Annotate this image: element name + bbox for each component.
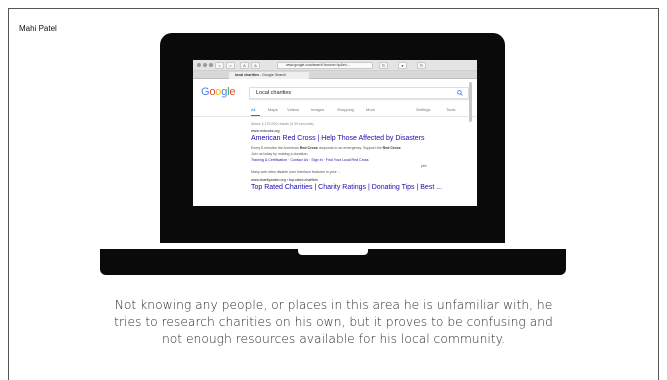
google-search-input: Local charities [249, 87, 469, 99]
result-1-title: American Red Cross | Help Those Affected… [251, 135, 425, 142]
tab-videos: Videos [287, 107, 300, 112]
back-button: < [215, 62, 224, 69]
tab-suffix: - Google Search [259, 73, 287, 77]
minimize-dot-icon [203, 63, 207, 67]
address-bar: www.google.com/search?source=hp&ei=... [277, 62, 373, 69]
browser-tab-row: local charities - Google Search [193, 71, 477, 79]
reload-button: ↻ [379, 62, 388, 69]
browser-screenshot: < > A A www.google.com/search?source=hp&… [193, 60, 477, 206]
tab-settings: Settings [416, 107, 431, 112]
browser-tab: local charities - Google Search [229, 72, 309, 79]
font-smaller-button: A [240, 62, 249, 69]
google-result-tabs: All Maps Videos Images Shopping More Set… [251, 107, 471, 115]
forward-button: > [226, 62, 235, 69]
tab-more: More [366, 107, 376, 112]
zoom-dot-icon [209, 63, 213, 67]
laptop-notch [298, 249, 368, 255]
result-1-note: Many web sites disable user interface fe… [251, 170, 341, 174]
result-1-snippet-line-1: Every 8 minutes the American Red Cross r… [251, 146, 401, 150]
tab-shopping: Shopping [337, 107, 354, 112]
result-1-side-note: yeh [421, 164, 427, 168]
author-name: Mahi Patel [19, 24, 57, 33]
search-query: Local charities [256, 90, 292, 96]
font-larger-button: A [251, 62, 260, 69]
result-2-snippet-cut [251, 196, 252, 200]
scrollbar-thumb [469, 82, 472, 122]
result-stats: About 3,170,000 results (0.39 seconds) [251, 122, 314, 126]
downloads-button: ↻ [417, 62, 426, 69]
share-button: ● [398, 62, 407, 69]
tab-query: local charities [235, 73, 259, 77]
browser-toolbar: < > A A www.google.com/search?source=hp&… [193, 60, 477, 71]
tab-tools: Tools [446, 107, 456, 112]
result-1-snippet-line-2: Join us today by making a donation. [251, 152, 309, 156]
tabs-divider [193, 116, 477, 117]
result-1-sitelinks: Training & Certification · Contact Us · … [251, 158, 369, 162]
tab-maps: Maps [268, 107, 278, 112]
result-1-url: www.redcross.org [251, 129, 280, 133]
caption-line-2: tries to research charities on his own, … [114, 315, 553, 329]
result-2-url: www.charitywatch.org › top-rated-chariti… [251, 178, 318, 182]
magnifier-icon [457, 90, 463, 96]
google-logo: Google [201, 86, 236, 98]
close-dot-icon [197, 63, 201, 67]
caption-line-1: Not knowing any people, or places in thi… [114, 298, 553, 312]
tab-all: All [251, 107, 256, 112]
slide-caption: Not knowing any people, or places in thi… [60, 297, 607, 348]
tab-images: Images [311, 107, 325, 112]
result-2-title: Top Rated Charities | Charity Ratings | … [251, 184, 443, 191]
caption-line-3: not enough resources available for his l… [161, 332, 506, 346]
window-controls [197, 63, 213, 67]
